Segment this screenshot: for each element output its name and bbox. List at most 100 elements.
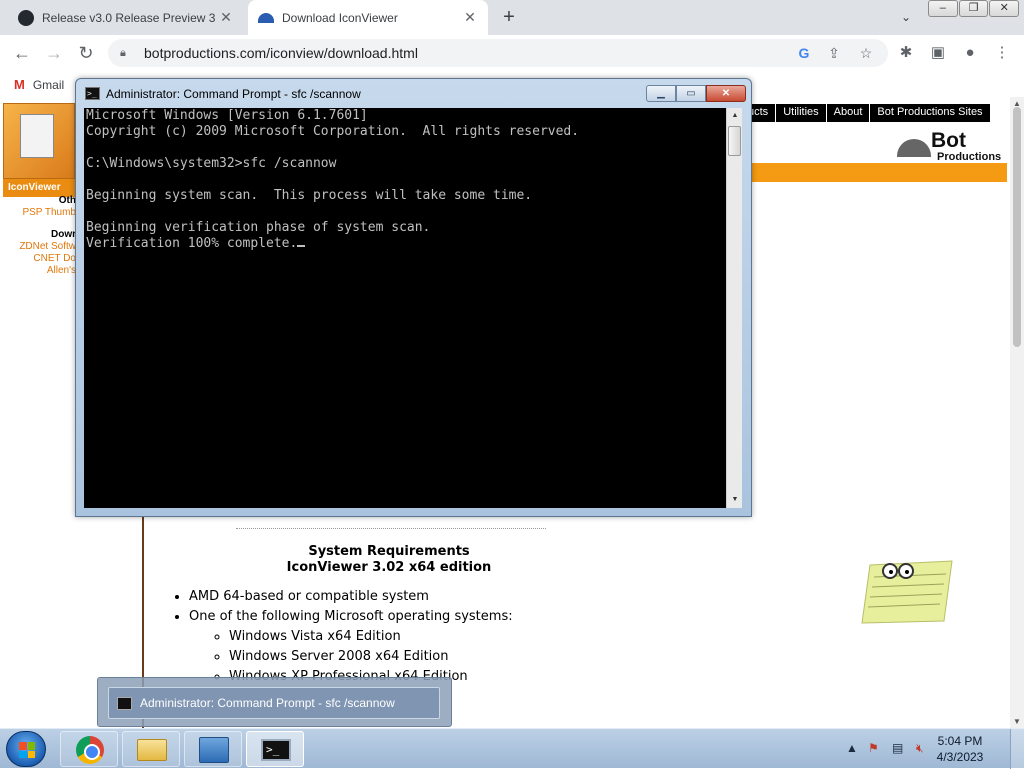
scroll-down-icon[interactable]: ▼ <box>1010 717 1024 726</box>
brand-small: Productions <box>937 151 1002 163</box>
menu-kebab-icon[interactable]: ⋮ <box>989 39 1015 67</box>
requirements-heading: System Requirements IconViewer 3.02 x64 … <box>239 544 539 576</box>
tab-close-icon[interactable]: ✕ <box>462 9 478 26</box>
iconviewer-logo[interactable] <box>3 103 75 179</box>
lock-icon[interactable]: 🔒︎ <box>120 47 134 60</box>
nav-item-about[interactable]: About <box>825 104 870 122</box>
cmd-minimize-button[interactable]: ▁ <box>646 85 676 102</box>
console-line: Beginning verification phase of system s… <box>86 220 431 235</box>
address-bar[interactable]: 🔒︎ botproductions.com/iconview/download.… <box>108 39 888 67</box>
requirements-title: System Requirements <box>308 544 470 559</box>
list-item: One of the following Microsoft operating… <box>189 607 513 687</box>
cmd-window-icon[interactable]: >_ <box>85 87 100 100</box>
tab-title: Download IconViewer <box>282 10 398 25</box>
tab-strip: Release v3.0 Release Preview 3 · E ✕ Dow… <box>0 0 1024 35</box>
sidebar-heading: Oth <box>58 195 76 206</box>
tab-close-icon[interactable]: ✕ <box>218 9 234 26</box>
sidebar-link[interactable]: CNET Do <box>0 253 76 265</box>
sidebar-link[interactable]: ZDNet Softw <box>0 241 76 253</box>
taskbar-command-prompt[interactable]: >_ <box>246 731 304 767</box>
page-scrollbar[interactable]: ▲ ▼ <box>1010 97 1024 728</box>
cmd-scrollbar-thumb[interactable] <box>728 126 741 156</box>
action-center-icon[interactable]: ⚑ <box>868 741 879 755</box>
tab-title: Release v3.0 Release Preview 3 · E <box>42 10 218 25</box>
cmd-titlebar[interactable]: >_ Administrator: Command Prompt - sfc /… <box>76 79 751 107</box>
clock-date: 4/3/2023 <box>936 750 984 764</box>
close-button[interactable]: ✕ <box>989 0 1020 17</box>
show-desktop-button[interactable] <box>1010 729 1024 769</box>
url-text: botproductions.com/iconview/download.htm… <box>144 45 418 61</box>
nav-item-utilities[interactable]: Utilities <box>775 104 825 122</box>
sidebar-heading: Dowr <box>51 229 76 240</box>
dotted-divider <box>236 528 546 529</box>
scroll-up-icon[interactable]: ▲ <box>727 108 743 124</box>
console-output[interactable]: Microsoft Windows [Version 6.1.7601] Copy… <box>84 108 726 508</box>
text-cursor <box>297 245 306 247</box>
start-button[interactable] <box>6 731 46 767</box>
favicon-icon <box>258 12 274 23</box>
sidebar-links: Oth PSP Thumb Dowr ZDNet Softw CNET Do A… <box>0 195 76 277</box>
bookmark-label: Gmail <box>32 77 65 92</box>
taskbar-explorer[interactable] <box>122 731 180 767</box>
taskbar-preview-item[interactable]: Administrator: Command Prompt - sfc /sca… <box>108 687 440 719</box>
nav-item-sites[interactable]: Bot Productions Sites <box>869 104 989 122</box>
scroll-down-icon[interactable]: ▼ <box>727 492 743 508</box>
tab-search-chevron-icon[interactable]: ⌄ <box>896 7 916 27</box>
cmd-window-controls: ▁ ▭ ✕ <box>646 85 746 102</box>
taskbar-control-panel[interactable] <box>184 731 242 767</box>
tab-download-iconviewer[interactable]: Download IconViewer ✕ <box>248 0 488 35</box>
sidebar-link[interactable]: Allen's <box>0 265 76 277</box>
bookmark-gmail[interactable]: M Gmail <box>14 77 64 92</box>
list-item-text: One of the following Microsoft operating… <box>189 609 513 624</box>
explorer-icon <box>137 739 167 761</box>
console-line: C:\Windows\system32>sfc /scannow <box>86 156 337 171</box>
gear-icon <box>897 139 931 157</box>
reload-icon[interactable]: ↻ <box>74 42 98 64</box>
maximize-button[interactable]: ❐ <box>958 0 989 17</box>
cmd-scrollbar[interactable]: ▲ ▼ <box>726 108 742 508</box>
console-line: Beginning system scan. This process will… <box>86 188 533 203</box>
orange-divider <box>740 163 1007 182</box>
console-line: Copyright (c) 2009 Microsoft Corporation… <box>86 124 580 139</box>
command-prompt-window[interactable]: >_ Administrator: Command Prompt - sfc /… <box>75 78 752 517</box>
back-arrow-icon[interactable]: ← <box>10 42 34 64</box>
scrollbar-thumb[interactable] <box>1013 107 1021 347</box>
list-item: Windows Server 2008 x64 Edition <box>229 647 513 667</box>
side-panel-icon[interactable]: ▣ <box>925 39 951 67</box>
tab-release-preview[interactable]: Release v3.0 Release Preview 3 · E ✕ <box>8 0 244 35</box>
list-item: Windows Vista x64 Edition <box>229 627 513 647</box>
control-panel-icon <box>199 737 229 763</box>
cmd-window-icon <box>117 696 132 710</box>
bot-productions-logo[interactable]: Bot Productions <box>895 129 1007 163</box>
chrome-icon <box>76 736 104 764</box>
minimize-button[interactable]: – <box>928 0 958 17</box>
console-line: Verification 100% complete. <box>86 236 298 251</box>
new-tab-button[interactable]: + <box>498 6 520 28</box>
volume-muted-icon[interactable]: 🔇︎ <box>916 741 924 756</box>
bookmark-star-icon[interactable]: ☆ <box>854 39 878 67</box>
google-icon[interactable]: G <box>792 39 816 67</box>
sidebar-link[interactable]: PSP Thumb <box>0 207 76 219</box>
extensions-icon[interactable]: ✱ <box>893 39 919 67</box>
forward-arrow-icon[interactable]: → <box>42 42 66 64</box>
profile-avatar-icon[interactable]: ● <box>957 39 983 67</box>
browser-toolbar: ← → ↻ 🔒︎ botproductions.com/iconview/dow… <box>0 35 1024 71</box>
share-icon[interactable]: ⇪ <box>822 39 846 67</box>
clock-time: 5:04 PM <box>937 734 983 748</box>
taskbar-chrome[interactable] <box>60 731 118 767</box>
document-icon <box>20 114 54 158</box>
cmd-maximize-button[interactable]: ▭ <box>676 85 706 102</box>
preview-title: Administrator: Command Prompt - sfc /sca… <box>140 696 395 710</box>
clock[interactable]: 5:04 PM 4/3/2023 <box>930 733 990 765</box>
command-prompt-icon: >_ <box>261 739 291 761</box>
cmd-close-button[interactable]: ✕ <box>706 85 746 102</box>
requirements-subtitle: IconViewer 3.02 x64 edition <box>286 560 492 575</box>
site-top-nav: ucts Utilities About Bot Productions Sit… <box>740 104 990 122</box>
paper-glasses-image <box>861 560 953 624</box>
network-icon[interactable]: ▤ <box>892 741 903 755</box>
github-icon <box>18 9 34 26</box>
show-hidden-icons-chevron-icon[interactable]: ▲ <box>846 741 858 755</box>
